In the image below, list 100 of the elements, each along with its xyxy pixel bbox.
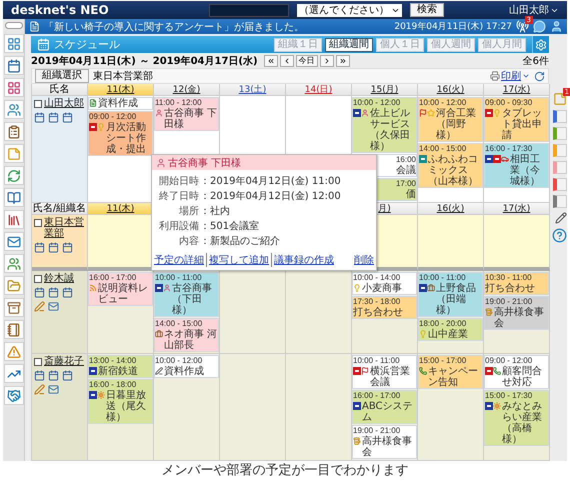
app-tile[interactable] — [4, 298, 24, 317]
calendar-icon[interactable] — [34, 287, 45, 298]
app-tile[interactable] — [4, 386, 24, 405]
event-card[interactable]: 17:30 - 18:00 打ち合わせ — [352, 296, 417, 319]
app-tile[interactable] — [4, 342, 24, 361]
event-card[interactable]: 19:00 - 21:00 高井様食事会 — [352, 425, 417, 459]
calendar-icon[interactable] — [48, 242, 59, 253]
next-button[interactable] — [320, 54, 334, 66]
calendar-icon[interactable] — [48, 370, 59, 381]
event-card[interactable]: 16:00 - 17:00 ABCシステム — [352, 390, 417, 424]
name-link[interactable]: 鈴木誠 — [44, 273, 74, 284]
color-tab[interactable] — [553, 195, 567, 208]
calendar-icon[interactable] — [62, 112, 73, 123]
delete-link[interactable]: 削除 — [354, 253, 374, 267]
day-link[interactable]: 13(土) — [238, 85, 266, 95]
day-link[interactable]: 15(月) — [370, 85, 398, 95]
last-button[interactable] — [336, 54, 350, 66]
pencil-icon[interactable] — [555, 212, 567, 224]
app-tile[interactable] — [4, 122, 24, 141]
calendar-icon[interactable] — [34, 112, 45, 123]
day-link[interactable]: 12(金) — [172, 85, 200, 95]
checkbox[interactable] — [34, 275, 42, 283]
event-card[interactable]: 10:00 - 11:00 上野食品（田端様） — [418, 272, 483, 317]
app-tile[interactable] — [4, 144, 24, 163]
calendar-icon[interactable] — [34, 242, 45, 253]
checkbox[interactable] — [34, 219, 42, 227]
name-link[interactable]: 東日本営業部 — [44, 217, 85, 239]
event-card[interactable]: 10:00 - 14:00 小麦商事 — [352, 272, 417, 295]
popup-link[interactable]: 議事録の作成 — [271, 253, 334, 267]
first-button[interactable] — [264, 54, 278, 66]
calendar-icon[interactable] — [62, 370, 73, 381]
event-card[interactable]: 資料作成 — [88, 97, 153, 110]
app-tile[interactable] — [4, 166, 24, 185]
event-card[interactable]: 18:00 - 20:00 山中産業 — [418, 318, 483, 341]
event-card[interactable]: 10:00 - 12:00 佐上ビルサービス（久保田様） — [352, 97, 417, 153]
app-tile[interactable] — [4, 188, 24, 207]
color-tab[interactable] — [553, 161, 567, 174]
popup-link[interactable]: 複写して追加 — [206, 253, 269, 267]
view-tab[interactable]: 組織週間 — [325, 38, 373, 52]
day-link[interactable]: 17(水) — [502, 204, 530, 214]
app-tile[interactable] — [4, 34, 24, 53]
app-tile[interactable] — [4, 232, 24, 251]
previous-button[interactable] — [280, 54, 294, 66]
event-card[interactable]: 10:00 - 11:00 古谷商事（下田様） — [154, 272, 219, 317]
notice-text[interactable]: 「新しい椅子の導入に関するアンケート」が届きました。 — [44, 20, 304, 34]
chat-icon[interactable] — [533, 20, 546, 33]
refresh-button[interactable] — [534, 70, 545, 82]
checkbox[interactable] — [34, 100, 42, 108]
color-tab[interactable] — [553, 110, 567, 123]
calendar-icon[interactable] — [48, 287, 59, 298]
app-tile[interactable] — [4, 254, 24, 273]
user-menu[interactable]: 山田太郎 — [509, 3, 559, 17]
event-card[interactable]: 09:00 - 12:00 顧客問合せ対応 — [484, 355, 549, 389]
event-card[interactable]: 09:00 - 12:00 月次活動シート作成・提出 — [88, 111, 153, 156]
event-card[interactable]: 10:00 - 12:00 河合工業（岡野様） — [418, 97, 483, 142]
scope-select[interactable]: （選んでください） — [297, 4, 402, 16]
print-link[interactable]: 印刷 — [490, 69, 530, 83]
popup-link[interactable]: 予定の詳細 — [154, 253, 204, 267]
mail-icon[interactable] — [48, 384, 59, 395]
event-card[interactable]: 14:00 - 15:00 ネオ商事 河山部長 — [154, 318, 219, 352]
antenna-icon[interactable] — [516, 20, 529, 33]
app-tile[interactable] — [4, 78, 24, 97]
event-card[interactable]: 11:00 - 12:00 古谷商事 下田様 — [154, 97, 219, 131]
day-link[interactable]: 14(日) — [304, 85, 332, 95]
person-icon[interactable] — [550, 20, 563, 33]
calendar-icon[interactable] — [62, 242, 73, 253]
search-button[interactable]: 検索 — [410, 3, 444, 17]
app-tile[interactable] — [4, 56, 24, 75]
today-button[interactable]: 今日 — [296, 54, 318, 66]
event-card[interactable]: 14:00 - 15:00 ふわふわコミックス（山本様） — [418, 143, 483, 188]
color-tab[interactable] — [553, 178, 567, 191]
settings-button[interactable] — [532, 36, 549, 53]
event-card[interactable]: 16:00 - 17:00 説明資料レビュー — [88, 272, 153, 306]
app-tile[interactable] — [4, 320, 24, 339]
day-link[interactable]: 月) — [378, 204, 391, 214]
name-link[interactable]: 斎藤花子 — [44, 356, 84, 367]
event-card[interactable]: 16:00 - 17:30 相田工業（今城様） — [484, 143, 549, 188]
checkbox[interactable] — [34, 358, 42, 366]
event-card[interactable]: 15:00 - 17:00 キャンペーン告知 — [418, 355, 483, 389]
calendar-icon[interactable] — [48, 112, 59, 123]
mail-icon[interactable] — [48, 301, 59, 312]
note-icon[interactable] — [553, 92, 567, 106]
calendar-icon[interactable] — [34, 370, 45, 381]
toggle-pill[interactable] — [4, 22, 22, 29]
memo-icon[interactable] — [34, 301, 45, 312]
memo-icon[interactable] — [34, 384, 45, 395]
event-card[interactable]: 15:00 - 17:30 みなとみらい産業（高橋様） — [484, 390, 549, 446]
search-field[interactable] — [209, 4, 289, 16]
day-link[interactable]: 16(火) — [436, 85, 464, 95]
app-tile[interactable] — [4, 100, 24, 119]
day-link[interactable]: 11(木) — [106, 85, 134, 95]
event-card[interactable]: 16:00 - 18:00 日暮里放送（尾久様） — [88, 379, 153, 424]
name-link[interactable]: 山田太郎 — [44, 98, 84, 109]
app-tile[interactable] — [4, 210, 24, 229]
day-link[interactable]: 11(木) — [106, 204, 134, 214]
event-card[interactable]: 10:30 - 11:00 打ち合わせ — [484, 272, 549, 295]
app-tile[interactable] — [4, 276, 24, 295]
app-tile[interactable] — [4, 364, 24, 383]
day-link[interactable]: 16(火) — [436, 204, 464, 214]
event-card[interactable]: 10:00 - 11:00 横浜営業会議 — [352, 355, 417, 389]
